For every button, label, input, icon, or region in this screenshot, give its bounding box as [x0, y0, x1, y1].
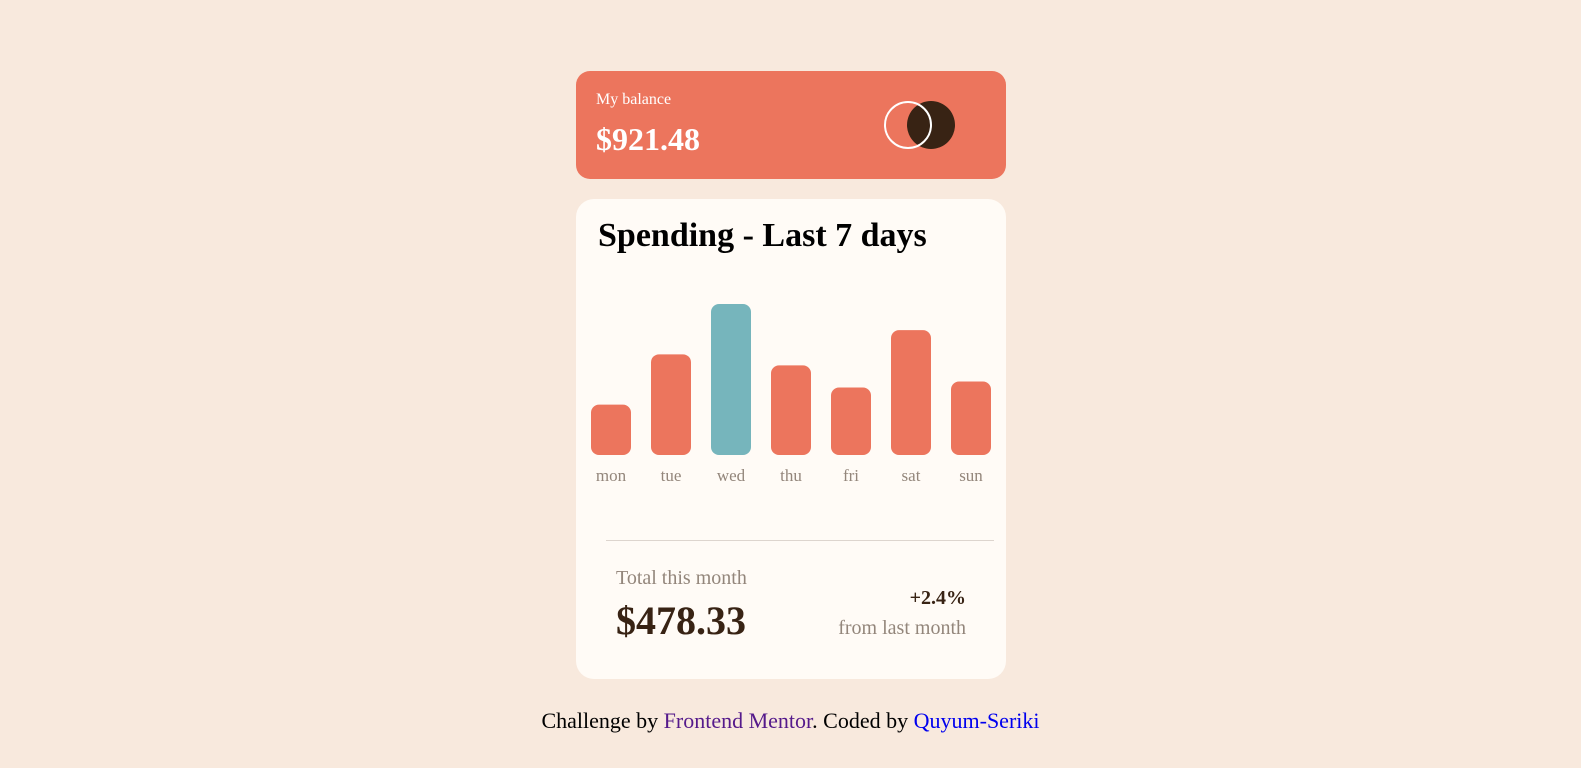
- day-label-thu: thu: [780, 466, 802, 485]
- day-label-mon: mon: [596, 466, 627, 485]
- day-label-wed: wed: [717, 466, 746, 485]
- spending-card: Spending - Last 7 days mon tue wed thu fri sa…: [576, 199, 1006, 679]
- day-label-fri: fri: [843, 466, 859, 485]
- spending-chart: mon tue wed thu fri sat sun: [591, 304, 991, 485]
- bar-sun[interactable]: [951, 381, 991, 455]
- change-note: from last month: [838, 617, 966, 639]
- author-link[interactable]: Quyum-Seriki: [914, 708, 1040, 733]
- bar-mon[interactable]: [591, 404, 631, 455]
- logo-icon: [884, 101, 955, 149]
- day-label-sun: sun: [959, 466, 983, 485]
- frontend-mentor-link[interactable]: Frontend Mentor: [664, 708, 813, 733]
- footer-prefix: Challenge by: [541, 708, 664, 733]
- bar-fri[interactable]: [831, 387, 871, 455]
- balance-card: My balance $921.48: [576, 71, 1006, 179]
- bar-tue[interactable]: [651, 354, 691, 455]
- total-amount: $478.33: [616, 598, 746, 643]
- bar-wed[interactable]: [711, 304, 751, 455]
- change-percent: +2.4%: [909, 587, 966, 609]
- balance-amount: $921.48: [596, 121, 700, 157]
- bar-sat[interactable]: [891, 330, 931, 455]
- balance-label: My balance: [596, 91, 672, 108]
- bar-thu[interactable]: [771, 365, 811, 455]
- attribution-footer: Challenge by Frontend Mentor. Coded by Q…: [0, 708, 1581, 734]
- footer-middle: . Coded by: [812, 708, 914, 733]
- total-label: Total this month: [616, 567, 747, 589]
- day-label-tue: tue: [661, 466, 682, 485]
- day-label-sat: sat: [902, 466, 921, 485]
- divider: [606, 540, 994, 541]
